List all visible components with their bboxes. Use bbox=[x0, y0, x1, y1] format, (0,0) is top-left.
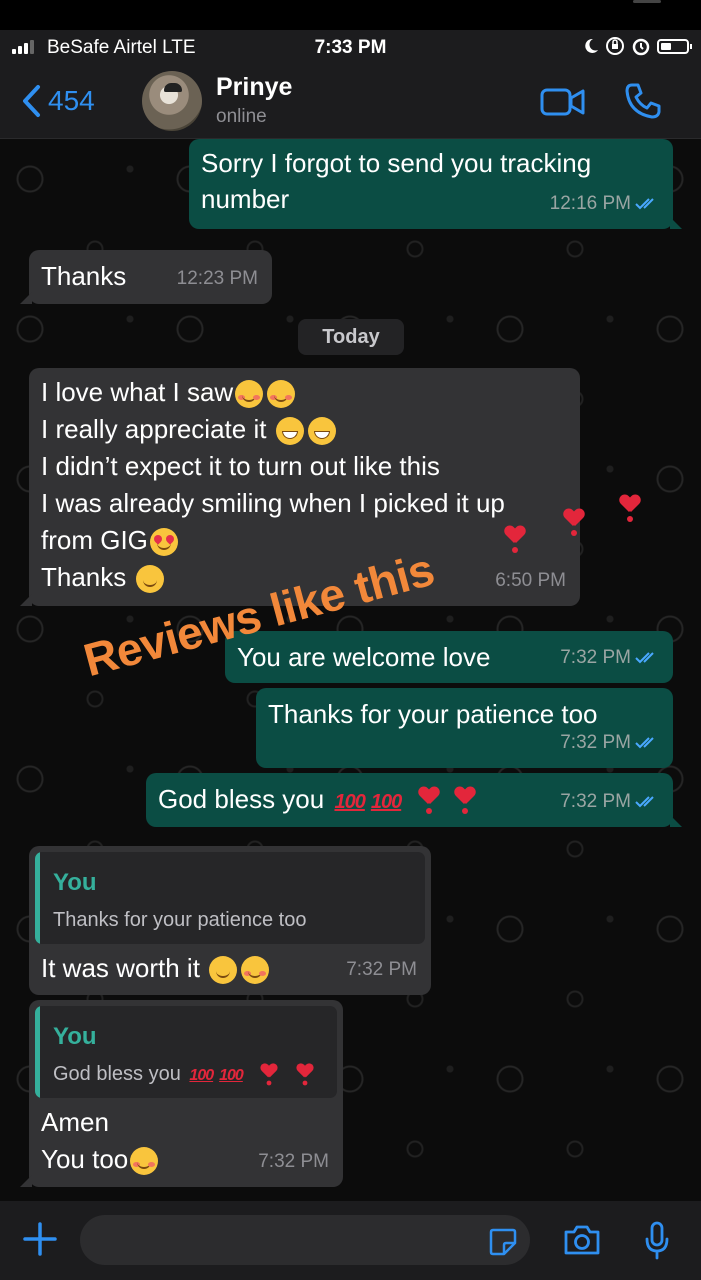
message-text: I didn’t expect it to turn out like this bbox=[41, 451, 440, 481]
message-outgoing[interactable]: God bless you 100 100 7:32 PM bbox=[146, 773, 682, 827]
message-text: I love what I saw bbox=[41, 377, 234, 407]
heart-exclamation-emoji bbox=[560, 507, 588, 539]
battery-icon bbox=[657, 38, 692, 54]
message-text: It was worth it bbox=[41, 953, 200, 983]
message-text: Sorry I forgot to send you tracking bbox=[201, 148, 592, 178]
message-text: I was already smiling when I picked it u… bbox=[41, 488, 505, 518]
plus-icon[interactable] bbox=[22, 1221, 58, 1257]
phone-icon[interactable] bbox=[624, 82, 662, 120]
heart-exclamation-emoji bbox=[616, 493, 644, 525]
quote-author: You bbox=[53, 1023, 97, 1050]
message-text: Thanks for your patience too bbox=[268, 699, 598, 729]
message-time: 12:16 PM bbox=[549, 193, 631, 214]
top-strip bbox=[0, 0, 701, 30]
heart-exclamation-emoji bbox=[415, 785, 443, 817]
message-meta: 7:32 PM bbox=[346, 951, 417, 988]
contact-status: online bbox=[216, 106, 267, 127]
date-separator: Today bbox=[298, 319, 404, 355]
alarm-icon bbox=[632, 38, 650, 56]
message-time: 6:50 PM bbox=[495, 570, 566, 591]
camera-icon[interactable] bbox=[562, 1223, 602, 1257]
heart-exclamation-emoji bbox=[501, 524, 529, 556]
smiling-hearts-emoji bbox=[241, 956, 270, 985]
heart-exclamation-emoji bbox=[451, 785, 479, 817]
double-check-icon bbox=[635, 651, 654, 663]
back-button[interactable]: 454 bbox=[20, 84, 95, 118]
hundred-emoji: 100 bbox=[334, 791, 365, 813]
hundred-emoji: 100 bbox=[189, 1067, 214, 1084]
message-time: 7:32 PM bbox=[560, 791, 631, 812]
message-time: 7:32 PM bbox=[560, 732, 631, 753]
message-time: 12:23 PM bbox=[176, 268, 258, 289]
quote-text: Thanks for your patience too bbox=[53, 909, 307, 931]
avatar[interactable] bbox=[142, 71, 202, 131]
message-time: 7:32 PM bbox=[258, 1151, 329, 1172]
chat-header: 454 Prinye online bbox=[0, 66, 701, 139]
heart-exclamation-emoji bbox=[258, 1062, 280, 1088]
smiling-hearts-emoji bbox=[235, 380, 264, 409]
heart-exclamation-emoji bbox=[294, 1062, 316, 1088]
message-outgoing[interactable]: You are welcome love 7:32 PM bbox=[225, 631, 673, 683]
quote-author: You bbox=[53, 869, 97, 896]
quoted-message[interactable]: You God bless you 100 100 bbox=[35, 1006, 337, 1098]
double-check-icon bbox=[635, 795, 654, 807]
message-text: God bless you bbox=[158, 784, 325, 814]
chevron-left-icon bbox=[23, 85, 40, 117]
message-input[interactable] bbox=[80, 1215, 530, 1265]
contact-name[interactable]: Prinye bbox=[216, 73, 292, 102]
double-check-icon bbox=[635, 736, 654, 748]
top-dash bbox=[633, 0, 661, 3]
message-outgoing[interactable]: Sorry I forgot to send you tracking numb… bbox=[189, 139, 682, 229]
hundred-emoji: 100 bbox=[219, 1067, 244, 1084]
rotation-lock-icon bbox=[606, 37, 624, 55]
input-bar bbox=[0, 1201, 701, 1280]
message-time: 7:32 PM bbox=[560, 647, 631, 668]
message-time: 7:32 PM bbox=[346, 959, 417, 980]
heart-eyes-emoji bbox=[149, 528, 178, 557]
quoted-message[interactable]: You Thanks for your patience too bbox=[35, 852, 425, 944]
microphone-icon[interactable] bbox=[644, 1221, 670, 1261]
video-call-icon[interactable] bbox=[540, 86, 586, 118]
message-meta: 6:50 PM bbox=[495, 562, 566, 599]
message-meta: 12:16 PM bbox=[550, 185, 659, 222]
message-text: Amen bbox=[41, 1107, 109, 1137]
message-text: You are welcome love bbox=[237, 642, 491, 672]
back-count: 454 bbox=[48, 85, 95, 116]
message-incoming[interactable]: I love what I saw I really appreciate it… bbox=[20, 368, 580, 606]
double-check-icon bbox=[635, 197, 654, 209]
quote-text: God bless you bbox=[53, 1063, 181, 1085]
message-text: from GIG bbox=[41, 525, 148, 555]
message-text: number bbox=[201, 184, 290, 214]
message-text: I really appreciate it bbox=[41, 414, 267, 444]
grinning-emoji bbox=[275, 417, 304, 446]
hugging-emoji bbox=[209, 956, 238, 985]
message-meta: 7:32 PM bbox=[560, 639, 659, 676]
moon-icon bbox=[585, 38, 598, 53]
smiling-hearts-emoji bbox=[267, 380, 296, 409]
message-meta: 7:32 PM bbox=[258, 1143, 329, 1180]
hundred-emoji: 100 bbox=[370, 791, 402, 813]
grinning-emoji bbox=[307, 417, 336, 446]
message-incoming-reply[interactable]: You God bless you 100 100 Amen You too 7:… bbox=[20, 1000, 343, 1187]
message-meta: 7:32 PM bbox=[560, 783, 659, 820]
status-bar: BeSafe Airtel LTE 7:33 PM bbox=[0, 30, 701, 66]
relieved-emoji bbox=[130, 1147, 159, 1176]
message-text: Thanks bbox=[41, 562, 127, 592]
sticker-icon[interactable] bbox=[488, 1227, 518, 1257]
message-text: Thanks bbox=[41, 261, 127, 291]
message-incoming[interactable]: Thanks 12:23 PM bbox=[20, 250, 272, 304]
smiling-emoji bbox=[135, 565, 164, 594]
status-icons bbox=[583, 36, 692, 56]
message-text: You too bbox=[41, 1144, 129, 1174]
message-meta: 7:32 PM bbox=[560, 724, 659, 761]
message-incoming-reply[interactable]: You Thanks for your patience too It was … bbox=[29, 846, 431, 995]
message-outgoing[interactable]: Thanks for your patience too 7:32 PM bbox=[256, 688, 673, 768]
message-meta: 12:23 PM bbox=[177, 260, 258, 297]
